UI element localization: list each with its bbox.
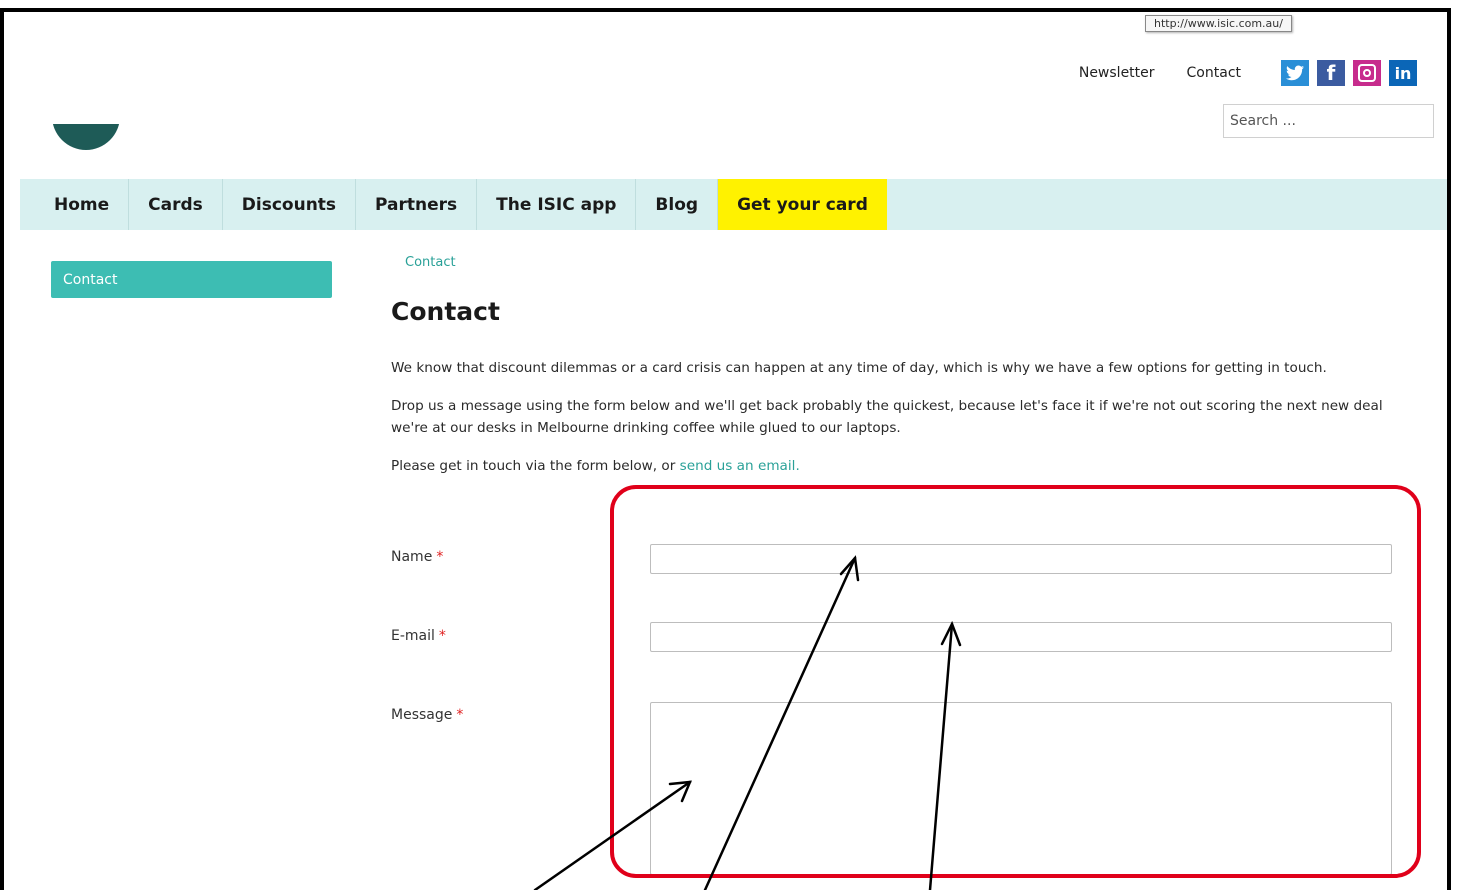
nav-home[interactable]: Home [20, 179, 128, 230]
twitter-icon[interactable] [1281, 60, 1309, 86]
nav-isic-app[interactable]: The ISIC app [476, 179, 635, 230]
nav-discounts[interactable]: Discounts [221, 179, 355, 230]
main-nav: Home Cards Discounts Partners The ISIC a… [20, 179, 1447, 230]
social-icons: f in [1281, 60, 1417, 86]
page-title: Contact [391, 297, 500, 326]
name-field[interactable] [650, 544, 1392, 574]
nav-cards[interactable]: Cards [128, 179, 222, 230]
email-label: E-mail * [391, 628, 446, 644]
nav-partners[interactable]: Partners [355, 179, 476, 230]
email-field[interactable] [650, 622, 1392, 652]
breadcrumb[interactable]: Contact [405, 255, 456, 270]
nav-blog[interactable]: Blog [635, 179, 717, 230]
contact-paragraph: Please get in touch via the form below, … [391, 455, 1421, 477]
url-tooltip: http://www.isic.com.au/ [1145, 15, 1292, 32]
contact-link[interactable]: Contact [1187, 65, 1241, 81]
name-label: Name * [391, 549, 443, 565]
message-label: Message * [391, 707, 463, 723]
required-mark: * [456, 707, 464, 723]
message-label-text: Message [391, 707, 453, 723]
sidebar-item-contact[interactable]: Contact [51, 261, 332, 298]
required-mark: * [436, 549, 444, 565]
facebook-icon[interactable]: f [1317, 60, 1345, 86]
intro-paragraph: We know that discount dilemmas or a card… [391, 360, 1327, 376]
message-paragraph: Drop us a message using the form below a… [391, 398, 1383, 436]
email-label-text: E-mail [391, 628, 435, 644]
name-label-text: Name [391, 549, 433, 565]
linkedin-icon[interactable]: in [1389, 60, 1417, 86]
search-input[interactable] [1223, 104, 1434, 138]
get-your-card-button[interactable]: Get your card [717, 179, 887, 230]
browser-frame: Newsletter Contact f in Home Cards Disco… [0, 8, 1451, 890]
isic-logo[interactable] [52, 124, 120, 150]
contact-paragraph-text: Please get in touch via the form below, … [391, 458, 680, 474]
required-mark: * [438, 628, 446, 644]
newsletter-link[interactable]: Newsletter [1079, 65, 1155, 81]
instagram-icon[interactable] [1353, 60, 1381, 86]
top-links: Newsletter Contact f in [1079, 60, 1417, 86]
message-textarea[interactable] [650, 702, 1392, 875]
email-link[interactable]: send us an email. [680, 458, 800, 474]
